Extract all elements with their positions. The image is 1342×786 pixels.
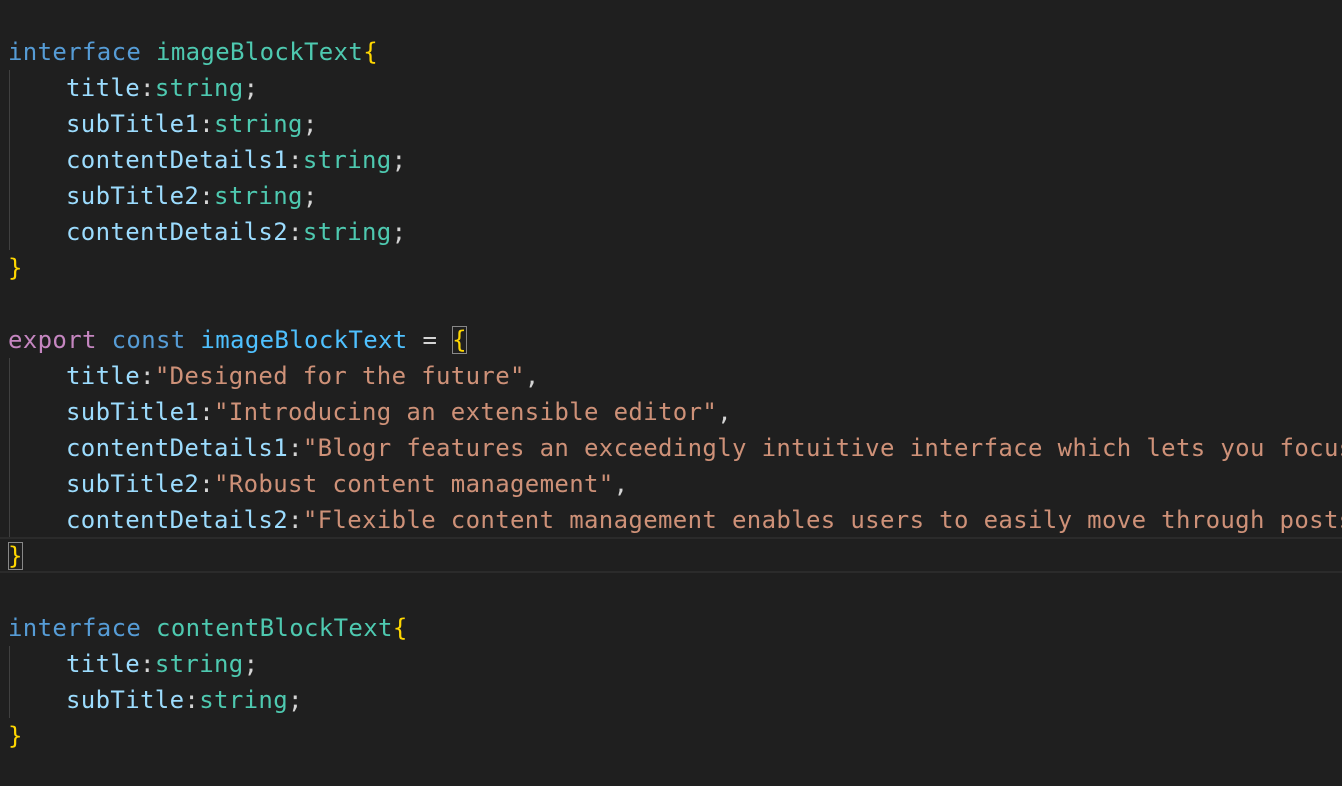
code-line[interactable]: interface imageBlockText{ <box>8 34 378 70</box>
semicolon: ; <box>302 182 318 210</box>
type-name: string <box>199 686 289 714</box>
current-line-highlight <box>0 537 1342 573</box>
property-name: contentDetails1 <box>66 146 288 174</box>
property-name: subTitle1 <box>66 398 200 426</box>
const-name: imageBlockText <box>200 326 408 354</box>
type-name: string <box>214 110 303 138</box>
code-line[interactable]: interface contentBlockText{ <box>8 610 408 646</box>
type-name: string <box>302 146 392 174</box>
close-brace: } <box>8 722 23 750</box>
property-name: title <box>66 74 140 102</box>
type-name: string <box>214 182 303 210</box>
code-line[interactable]: subTitle:string; <box>8 682 303 718</box>
semicolon: ; <box>391 218 407 246</box>
colon: : <box>288 506 303 534</box>
comma: , <box>524 362 540 390</box>
string-value: "Designed for the future" <box>154 362 525 390</box>
colon: : <box>140 650 155 678</box>
code-line[interactable]: title:string; <box>8 646 258 682</box>
code-line[interactable]: } <box>8 718 23 754</box>
semicolon: ; <box>288 686 303 714</box>
code-line[interactable]: export const imageBlockText = { <box>8 322 467 358</box>
property-name: contentDetails2 <box>66 218 288 246</box>
type-name: string <box>302 218 392 246</box>
property-name: title <box>66 650 140 678</box>
property-name: subTitle2 <box>66 182 200 210</box>
string-value: "Blogr features an exceedingly intuitive… <box>302 434 1342 462</box>
code-line[interactable]: contentDetails2:"Flexible content manage… <box>8 502 1342 538</box>
code-line[interactable]: subTitle2:"Robust content management", <box>8 466 628 502</box>
interface-name: contentBlockText <box>156 614 393 642</box>
keyword-const: const <box>111 326 186 354</box>
semicolon: ; <box>391 146 407 174</box>
keyword-interface: interface <box>8 38 142 66</box>
code-line[interactable]: contentDetails1:"Blogr features an excee… <box>8 430 1342 466</box>
property-name: contentDetails1 <box>66 434 288 462</box>
colon: : <box>199 470 215 498</box>
code-line[interactable]: subTitle2:string; <box>8 178 318 214</box>
code-line-current[interactable]: } <box>8 538 23 574</box>
comma: , <box>613 470 629 498</box>
code-line[interactable]: } <box>8 250 23 286</box>
code-line[interactable]: contentDetails1:string; <box>8 142 406 178</box>
type-name: string <box>154 650 244 678</box>
property-name: title <box>66 362 140 390</box>
property-name: contentDetails2 <box>66 506 288 534</box>
colon: : <box>184 686 200 714</box>
semicolon: ; <box>302 110 318 138</box>
semicolon: ; <box>243 74 259 102</box>
close-brace: } <box>8 254 23 282</box>
property-name: subTitle1 <box>66 110 200 138</box>
open-brace: { <box>363 38 379 66</box>
colon: : <box>140 74 155 102</box>
colon: : <box>199 110 215 138</box>
code-line[interactable]: subTitle1:string; <box>8 106 318 142</box>
colon: : <box>199 182 215 210</box>
code-line[interactable]: contentDetails2:string; <box>8 214 406 250</box>
keyword-interface: interface <box>8 614 142 642</box>
string-value: "Flexible content management enables use… <box>302 506 1342 534</box>
colon: : <box>288 434 303 462</box>
code-line[interactable]: subTitle1:"Introducing an extensible edi… <box>8 394 732 430</box>
property-name: subTitle2 <box>66 470 200 498</box>
string-value: "Introducing an extensible editor" <box>214 398 718 426</box>
interface-name: imageBlockText <box>156 38 364 66</box>
colon: : <box>288 146 303 174</box>
code-line[interactable]: title:string; <box>8 70 258 106</box>
colon: : <box>199 398 215 426</box>
colon: : <box>140 362 155 390</box>
type-name: string <box>154 74 244 102</box>
close-brace-matched: } <box>8 542 23 570</box>
comma: , <box>717 398 733 426</box>
code-line[interactable]: title:"Designed for the future", <box>8 358 540 394</box>
open-brace-matched: { <box>452 326 467 354</box>
keyword-export: export <box>8 326 97 354</box>
semicolon: ; <box>243 650 259 678</box>
property-name: subTitle <box>66 686 185 714</box>
code-editor[interactable]: interface imageBlockText{ title:string; … <box>0 0 1342 786</box>
colon: : <box>288 218 303 246</box>
string-value: "Robust content management" <box>214 470 614 498</box>
assign-operator: = <box>422 326 438 354</box>
open-brace: { <box>392 614 408 642</box>
